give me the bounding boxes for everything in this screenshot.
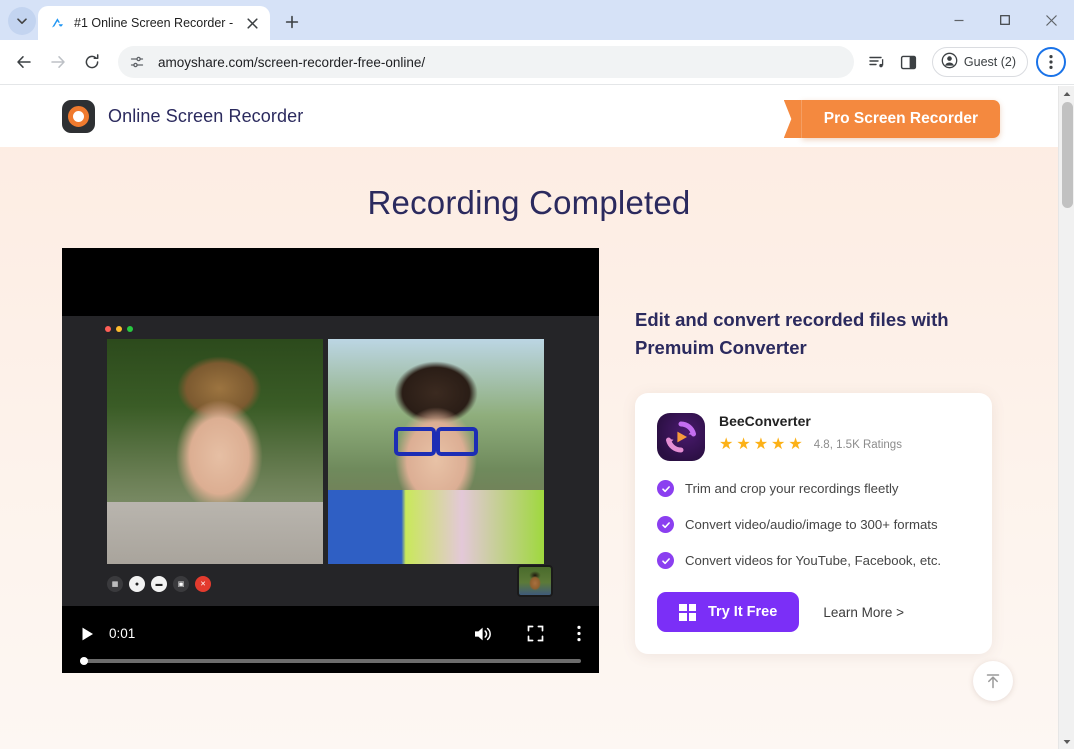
side-panel-icon[interactable] xyxy=(894,47,924,77)
site-settings-icon[interactable] xyxy=(124,49,150,75)
chrome-menu-icon[interactable] xyxy=(1036,47,1066,77)
play-icon[interactable] xyxy=(80,626,95,642)
participant-tile-right xyxy=(328,339,544,564)
rating-text: 4.8, 1.5K Ratings xyxy=(813,439,902,451)
pro-screen-recorder-button[interactable]: Pro Screen Recorder xyxy=(783,100,1000,138)
address-bar[interactable]: amoyshare.com/screen-recorder-free-onlin… xyxy=(118,46,854,78)
window-controls xyxy=(936,0,1074,40)
beeconverter-card: BeeConverter ★★★★★ 4.8, 1.5K Ratings xyxy=(635,393,992,654)
video-time: 0:01 xyxy=(109,626,136,641)
microphone-icon[interactable]: ● xyxy=(129,576,145,592)
share-screen-icon[interactable]: ▣ xyxy=(173,576,189,592)
windows-icon xyxy=(679,603,696,621)
minimize-icon[interactable] xyxy=(936,0,982,40)
end-call-icon[interactable]: ✕ xyxy=(195,576,211,592)
page-title: Recording Completed xyxy=(367,184,691,221)
browser-window: #1 Online Screen Recorder - amoyshare.co… xyxy=(0,0,1074,749)
beeconverter-app-icon xyxy=(657,413,705,461)
site-header: Online Screen Recorder Pro Screen Record… xyxy=(0,86,1058,147)
call-control-bar: ▦ ● ▬ ▣ ✕ xyxy=(107,576,211,592)
feature-text: Convert videos for YouTube, Facebook, et… xyxy=(685,553,942,568)
camera-icon[interactable]: ▬ xyxy=(151,576,167,592)
close-window-icon[interactable] xyxy=(1028,0,1074,40)
video-letterbox-top xyxy=(62,248,599,316)
progress-handle[interactable] xyxy=(80,656,88,665)
tab-title: #1 Online Screen Recorder - xyxy=(74,16,234,30)
promo-column: Edit and convert recorded files with Pre… xyxy=(635,248,995,673)
try-it-free-label: Try It Free xyxy=(708,604,778,620)
promo-headline: Edit and convert recorded files with Pre… xyxy=(635,309,949,358)
check-icon xyxy=(657,480,674,497)
browser-tab[interactable]: #1 Online Screen Recorder - xyxy=(38,6,270,40)
fullscreen-icon[interactable] xyxy=(527,625,544,642)
forward-icon xyxy=(42,46,74,78)
reload-icon[interactable] xyxy=(76,46,108,78)
maximize-icon[interactable] xyxy=(982,0,1028,40)
page-content: Online Screen Recorder Pro Screen Record… xyxy=(0,86,1058,749)
back-to-top-button[interactable] xyxy=(973,661,1013,701)
video-player[interactable]: ▦ ● ▬ ▣ ✕ 0:01 xyxy=(62,248,599,673)
window-traffic-lights xyxy=(105,326,133,332)
feature-item: Convert videos for YouTube, Facebook, et… xyxy=(657,552,970,569)
recorded-video-frame: ▦ ● ▬ ▣ ✕ xyxy=(62,316,599,606)
check-icon xyxy=(657,516,674,533)
check-icon xyxy=(657,552,674,569)
new-tab-button[interactable] xyxy=(278,8,306,36)
self-view-thumbnail xyxy=(517,565,553,597)
video-more-icon[interactable] xyxy=(577,625,581,642)
back-icon[interactable] xyxy=(8,46,40,78)
brand-name: Online Screen Recorder xyxy=(108,106,304,126)
amoyshare-favicon xyxy=(49,15,66,32)
profile-label: Guest (2) xyxy=(963,55,1016,69)
scroll-down-icon[interactable] xyxy=(1059,734,1074,749)
url-text: amoyshare.com/screen-recorder-free-onlin… xyxy=(158,54,426,70)
tab-search-button[interactable] xyxy=(8,7,36,35)
volume-icon[interactable] xyxy=(473,625,493,643)
participant-tile-left xyxy=(107,339,323,564)
ribbon-tail-icon xyxy=(783,100,802,138)
page-viewport: Online Screen Recorder Pro Screen Record… xyxy=(0,86,1074,749)
scroll-up-icon[interactable] xyxy=(1059,86,1074,101)
learn-more-link[interactable]: Learn More > xyxy=(823,605,904,620)
browser-toolbar: amoyshare.com/screen-recorder-free-onlin… xyxy=(0,40,1074,85)
close-icon[interactable] xyxy=(242,13,262,33)
video-controls: 0:01 xyxy=(62,606,599,673)
app-name: BeeConverter xyxy=(719,413,811,429)
record-logo-icon xyxy=(62,100,95,133)
tab-strip: #1 Online Screen Recorder - xyxy=(0,0,1074,40)
main-content: ▦ ● ▬ ▣ ✕ 0:01 Edit and convert recorded… xyxy=(0,248,1058,673)
feature-text: Trim and crop your recordings fleetly xyxy=(685,481,899,496)
rating-stars: ★ ★ ★ ★ ★ 4.8, 1.5K Ratings xyxy=(719,436,902,453)
try-it-free-button[interactable]: Try It Free xyxy=(657,592,800,632)
site-logo[interactable]: Online Screen Recorder xyxy=(62,100,303,133)
page-scrollbar[interactable] xyxy=(1058,86,1074,749)
glasses-icon xyxy=(394,427,478,456)
avatar xyxy=(941,52,958,72)
feature-item: Convert video/audio/image to 300+ format… xyxy=(657,516,970,533)
video-progress-bar[interactable] xyxy=(80,656,581,665)
pro-button-label: Pro Screen Recorder xyxy=(801,100,1000,138)
feature-text: Convert video/audio/image to 300+ format… xyxy=(685,517,938,532)
video-call-tiles xyxy=(107,339,544,564)
grid-view-icon[interactable]: ▦ xyxy=(107,576,123,592)
feature-item: Trim and crop your recordings fleetly xyxy=(657,480,970,497)
scrollbar-thumb[interactable] xyxy=(1062,102,1073,208)
profile-button[interactable]: Guest (2) xyxy=(931,47,1028,77)
media-control-icon[interactable] xyxy=(862,47,892,77)
